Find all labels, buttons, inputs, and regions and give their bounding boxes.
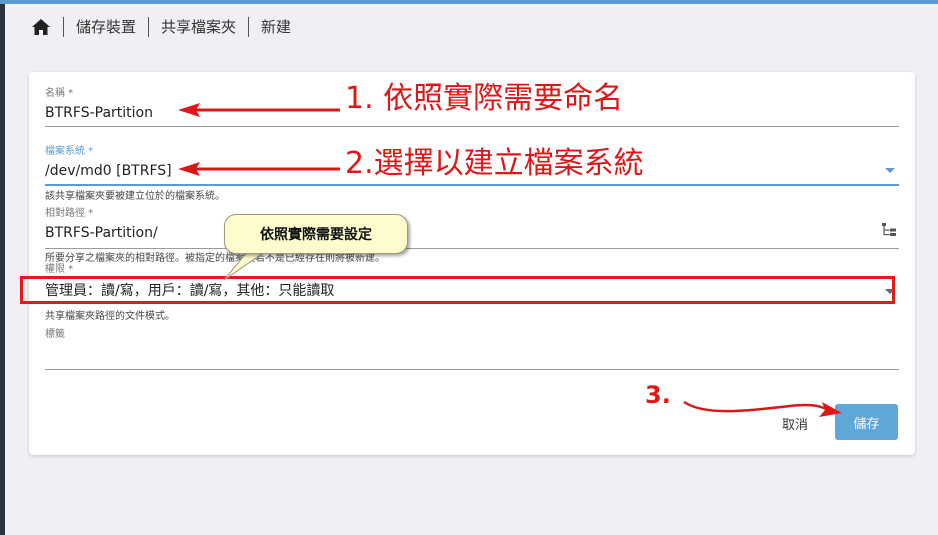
arrowhead — [819, 402, 842, 417]
callout-bubble: 依照實際需要設定 — [224, 214, 408, 254]
annotation-step2: 2.選擇以建立檔案系統 — [345, 146, 644, 181]
arrow-line — [683, 400, 827, 413]
callout-pointer — [223, 250, 268, 281]
annotation-step3: 3. — [645, 381, 671, 409]
annotation-step1: 1. 依照實際需要命名 — [345, 81, 624, 116]
